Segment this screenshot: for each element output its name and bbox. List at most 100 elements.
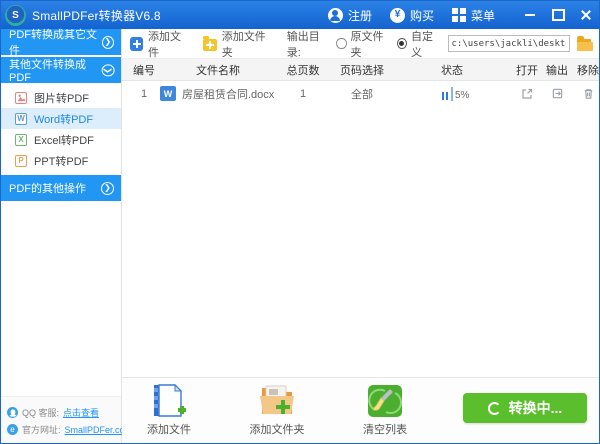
toolbar: 添加文件 添加文件夹 输出目录: 原文件夹 自定义 — [122, 29, 599, 59]
sidebar-section-other-to-pdf[interactable]: 其他文件转换成PDF ❯ — [1, 57, 121, 83]
add-file-big-button[interactable]: 添加文件 — [140, 384, 198, 437]
convert-button[interactable]: 转换中... — [463, 393, 587, 423]
output-export-icon[interactable] — [551, 87, 564, 100]
clear-list-label: 清空列表 — [363, 421, 407, 437]
add-folder-big-label: 添加文件夹 — [250, 421, 305, 437]
sidebar-item-label: Excel转PDF — [34, 132, 94, 148]
output-dir-label: 输出目录: — [287, 28, 330, 60]
add-file-big-label: 添加文件 — [147, 421, 191, 437]
add-file-button[interactable]: 添加文件 — [130, 28, 189, 60]
menu-grid-icon — [452, 8, 466, 22]
col-remove: 移除 — [574, 62, 600, 78]
main-panel: 添加文件 添加文件夹 输出目录: 原文件夹 自定义 — [122, 29, 599, 443]
convert-label: 转换中... — [509, 398, 563, 418]
col-pages: 总页数 — [276, 62, 330, 78]
col-open: 打开 — [510, 62, 544, 78]
table-row: 1 W 房屋租赁合同.docx 1 全部 5% — [122, 81, 599, 106]
maximize-icon — [552, 9, 565, 21]
app-title: SmallPDFer转换器V6.8 — [32, 7, 161, 24]
sidebar-item-label: 图片转PDF — [34, 90, 89, 106]
menu-button[interactable]: 菜单 — [452, 7, 495, 24]
sidebar-item-label: Word转PDF — [34, 111, 93, 127]
row-filename: 房屋租赁合同.docx — [182, 86, 274, 102]
row-pages: 1 — [276, 88, 330, 100]
add-folder-big-button[interactable]: 添加文件夹 — [248, 384, 306, 437]
row-page-selection[interactable]: 全部 — [330, 86, 394, 102]
radio-custom-folder[interactable]: 自定义 — [397, 28, 441, 60]
titlebar: S SmallPDFer转换器V6.8 注册 ¥ 购买 菜单 — [1, 1, 599, 29]
qq-link[interactable]: 点击查看 — [63, 406, 99, 419]
add-folder-icon — [258, 384, 296, 418]
progress-bar: 5% — [451, 87, 453, 101]
section-label: PDF转换成其它文件 — [9, 26, 102, 58]
sidebar-section-pdf-operations[interactable]: PDF的其他操作 ❯ — [1, 175, 121, 201]
maximize-button[interactable] — [551, 8, 565, 22]
sidebar-item-label: PPT转PDF — [34, 153, 88, 169]
qq-icon — [7, 407, 18, 418]
col-status: 状态 — [394, 62, 510, 78]
sidebar-section-pdf-to-other[interactable]: PDF转换成其它文件 ❯ — [1, 29, 121, 55]
radio-custom-label: 自定义 — [411, 28, 440, 60]
menu-label: 菜单 — [471, 7, 495, 24]
chevron-down-circle-icon: ❯ — [101, 64, 114, 76]
spinner-icon — [488, 402, 501, 415]
radio-selected-icon — [397, 38, 407, 49]
browse-folder-icon[interactable] — [577, 39, 592, 51]
sidebar-spacer — [1, 203, 121, 396]
app-logo-icon: S — [5, 5, 26, 26]
logo-letter: S — [12, 10, 19, 21]
progress-label: 5% — [455, 90, 469, 101]
close-icon — [580, 9, 592, 21]
bottom-bar: 添加文件 添加文件夹 — [122, 377, 599, 443]
col-output: 输出 — [544, 62, 570, 78]
buy-label: 购买 — [410, 7, 434, 24]
chevron-right-circle-icon: ❯ — [102, 36, 114, 49]
clear-list-button[interactable]: 清空列表 — [356, 384, 414, 437]
col-index: 编号 — [128, 62, 160, 78]
sidebar: PDF转换成其它文件 ❯ 其他文件转换成PDF ❯ 图片转PDF W Word转… — [1, 29, 122, 443]
pause-icon[interactable] — [442, 92, 448, 100]
row-index: 1 — [128, 88, 160, 100]
sidebar-item-word-to-pdf[interactable]: W Word转PDF — [1, 108, 121, 129]
section-label: 其他文件转换成PDF — [9, 56, 102, 84]
section-label: PDF的其他操作 — [9, 180, 86, 196]
minimize-icon — [525, 14, 535, 16]
sidebar-item-ppt-to-pdf[interactable]: P PPT转PDF — [1, 150, 121, 171]
register-button[interactable]: 注册 — [328, 7, 372, 24]
sidebar-item-group: 图片转PDF W Word转PDF X Excel转PDF P PPT转PDF — [1, 85, 121, 175]
col-page-selection: 页码选择 — [330, 62, 394, 78]
add-file-document-icon — [151, 384, 187, 418]
excel-file-icon: X — [15, 134, 27, 146]
buy-button[interactable]: ¥ 购买 — [390, 7, 434, 24]
table-header: 编号 文件名称 总页数 页码选择 状态 打开 输出 移除 — [122, 59, 599, 81]
trash-icon[interactable] — [582, 87, 595, 100]
add-file-label: 添加文件 — [148, 28, 189, 60]
add-folder-button[interactable]: 添加文件夹 — [203, 28, 273, 60]
register-person-icon — [328, 8, 343, 23]
register-label: 注册 — [348, 7, 372, 24]
word-doc-icon: W — [160, 86, 176, 101]
file-list: 1 W 房屋租赁合同.docx 1 全部 5% — [122, 81, 599, 377]
radio-unselected-icon — [336, 38, 346, 49]
app-window: S SmallPDFer转换器V6.8 注册 ¥ 购买 菜单 — [0, 0, 600, 444]
add-file-plus-icon — [130, 37, 143, 51]
sidebar-item-excel-to-pdf[interactable]: X Excel转PDF — [1, 129, 121, 150]
image-file-icon — [15, 92, 27, 104]
output-path-input[interactable] — [448, 35, 570, 52]
website-icon: e — [7, 424, 18, 435]
ppt-file-icon: P — [15, 155, 27, 167]
col-filename: 文件名称 — [160, 62, 276, 78]
sidebar-item-image-to-pdf[interactable]: 图片转PDF — [1, 87, 121, 108]
radio-original-label: 原文件夹 — [351, 28, 390, 60]
sidebar-footer: QQ 客服: 点击查看 e 官方网址: SmallPDFer.com — [1, 396, 121, 443]
open-external-icon[interactable] — [520, 87, 534, 101]
chevron-right-circle-icon: ❯ — [101, 182, 114, 195]
site-label: 官方网址: — [22, 423, 61, 436]
buy-yen-icon: ¥ — [390, 8, 405, 23]
word-file-icon: W — [15, 113, 27, 125]
radio-original-folder[interactable]: 原文件夹 — [336, 28, 390, 60]
add-folder-label: 添加文件夹 — [222, 28, 273, 60]
minimize-button[interactable] — [523, 8, 537, 22]
add-folder-plus-icon — [203, 39, 217, 51]
close-button[interactable] — [579, 8, 593, 22]
